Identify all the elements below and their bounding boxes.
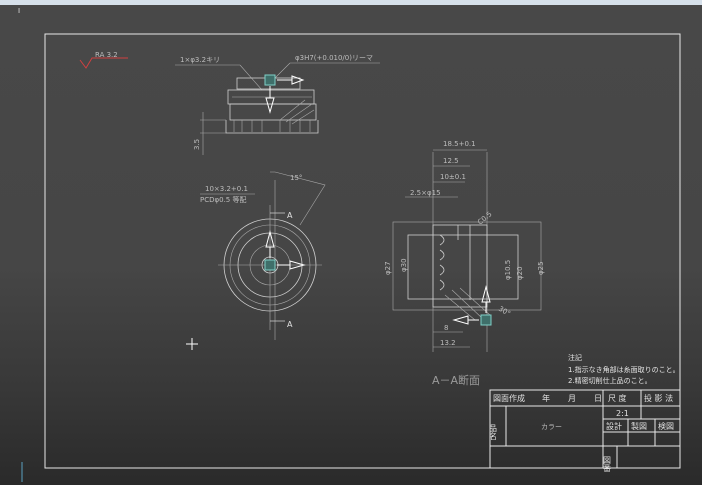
drawing-no-label: 図番: [603, 456, 612, 473]
hole-note: 1×φ3.2キリ: [180, 56, 220, 64]
move-x-arrow-icon[interactable]: [452, 315, 479, 325]
text-cursor-icon: I: [18, 7, 20, 15]
dim: 13.2: [440, 339, 456, 347]
dim: C0.5: [476, 210, 493, 226]
dim: 12.5: [443, 157, 459, 165]
dim: φ20: [516, 266, 524, 280]
check-label: 検図: [658, 421, 674, 431]
design-label: 設計: [606, 421, 622, 431]
part-name[interactable]: カラー: [541, 423, 562, 431]
top-view: 1×φ3.2キリ φ3H7(+0.010/0)リーマ 3.5: [175, 54, 380, 155]
drawing-border: [44, 33, 681, 469]
grip-handle[interactable]: [264, 259, 276, 271]
section-mark-bottom: A: [287, 320, 293, 329]
angle-dim: 15°: [290, 174, 302, 182]
slot-note: 10×3.2+0.1: [205, 185, 248, 193]
surface-roughness-symbol: RA 3.2: [79, 51, 128, 69]
dim: φ25: [537, 261, 545, 275]
roughness-label: RA 3.2: [95, 51, 118, 59]
front-view: 10×3.2+0.1 PCDφ0.5 等配 15° A A: [200, 171, 326, 340]
height-dim: 3.5: [193, 139, 201, 150]
dim: φ30: [400, 258, 408, 272]
grip-handle[interactable]: [264, 74, 276, 86]
scale-label: 尺 度: [608, 393, 627, 403]
projection-label: 投 影 法: [644, 393, 673, 403]
dim: φ27: [384, 261, 392, 275]
section-mark-top: A: [287, 211, 293, 220]
title-block: 図面作成 年 月 日 尺 度 投 影 法 2:1 品名 カラー 設計 製図 検図…: [489, 389, 681, 473]
created-label: 図面作成: [493, 393, 525, 403]
slot-subnote: PCDφ0.5 等配: [200, 195, 246, 204]
dim: φ10.5: [504, 260, 512, 280]
dim: 8: [444, 324, 448, 332]
ream-note: φ3H7(+0.010/0)リーマ: [295, 54, 373, 62]
cad-drawing-canvas[interactable]: I RA 3.2 1×φ3.2キリ φ3H7(+0.010/0)リーマ 3.5 …: [0, 0, 702, 485]
dim: 2.5×φ15: [410, 189, 441, 197]
day-label: 日: [594, 394, 602, 403]
grip-handle[interactable]: [480, 314, 492, 326]
dim: 18.5+0.1: [443, 140, 476, 148]
crosshair-cursor-icon: [186, 338, 198, 350]
notes: 注記 1.指示なき角部は糸面取りのこと。 2.精密切削仕上品のこと。: [568, 353, 680, 385]
note-item: 1.指示なき角部は糸面取りのこと。: [568, 365, 680, 374]
dim: 30°: [497, 305, 512, 318]
section-view: 18.5+0.1 12.5 10±0.1 2.5×φ15 C0.5 φ27 φ3…: [384, 140, 545, 387]
notes-heading: 注記: [568, 353, 582, 362]
note-item: 2.精密切削仕上品のこと。: [568, 376, 652, 385]
drafting-label: 製図: [631, 421, 647, 431]
scale-value: 2:1: [616, 409, 629, 418]
move-x-arrow-icon[interactable]: [277, 75, 305, 85]
dim: 10±0.1: [440, 173, 466, 181]
section-title: A－A断面: [432, 373, 480, 387]
part-name-label: 品名: [489, 424, 498, 441]
year-label: 年: [542, 393, 550, 403]
month-label: 月: [568, 394, 576, 403]
